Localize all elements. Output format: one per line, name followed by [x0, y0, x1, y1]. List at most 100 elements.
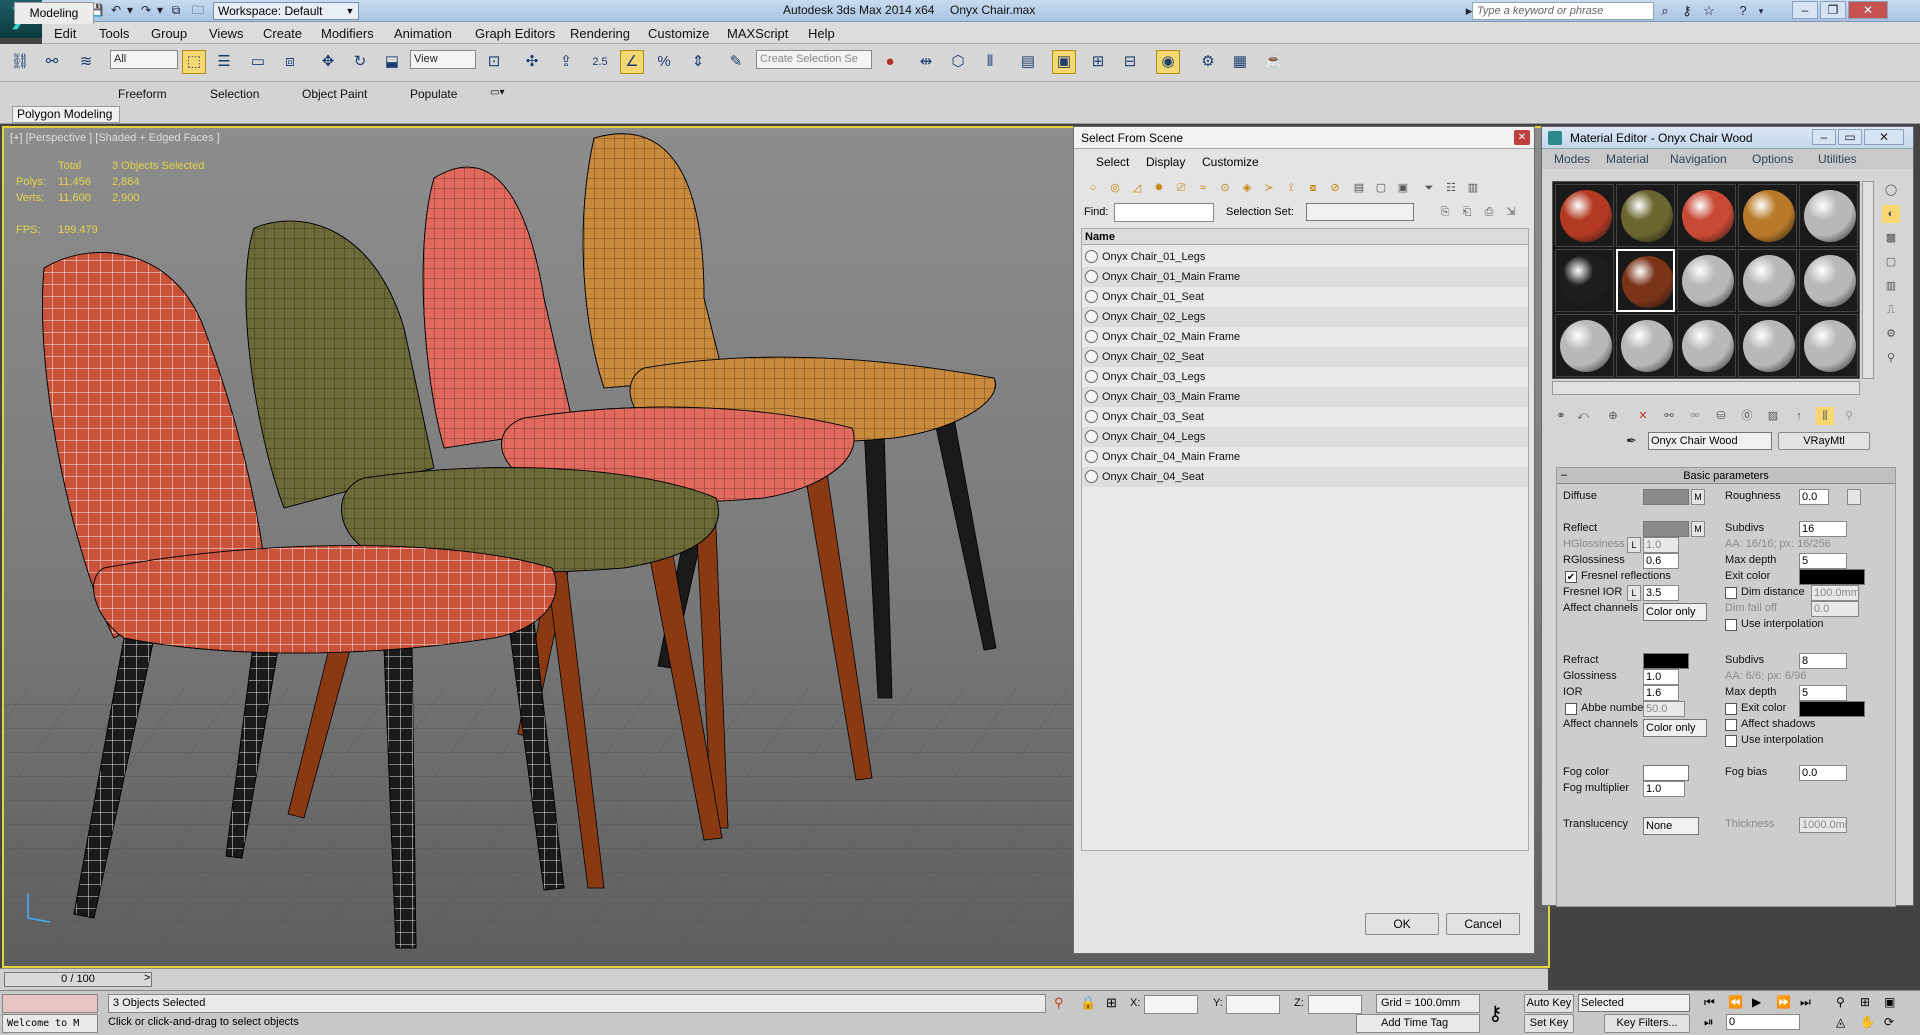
menu-customize[interactable]: Customize	[648, 26, 709, 41]
search-input[interactable]: Type a keyword or phrase	[1472, 2, 1654, 20]
current-frame-field[interactable]: 0	[1726, 1014, 1800, 1030]
percent-snap-icon[interactable]: %	[652, 50, 676, 74]
sample-type-icon[interactable]: ◯	[1882, 181, 1900, 199]
fog-color-swatch[interactable]	[1643, 765, 1689, 781]
create-set-icon[interactable]: ⎘	[1436, 203, 1454, 221]
refract-interpolation-checkbox[interactable]	[1725, 735, 1737, 747]
zoom-icon[interactable]: ⚲	[1836, 995, 1845, 1009]
window-crossing-icon[interactable]: ⧈	[278, 50, 302, 74]
ior-spinner[interactable]: 1.6	[1643, 685, 1679, 701]
project-folder-icon[interactable]: 🗀	[190, 3, 206, 18]
spinner-snap-icon[interactable]: ⇕	[686, 50, 710, 74]
isolate-icon[interactable]: ●	[878, 50, 902, 74]
angle-snap-icon[interactable]: ∠	[620, 50, 644, 74]
slots-scrollbar[interactable]	[1862, 181, 1874, 379]
abbe-spinner[interactable]: 50.0	[1643, 701, 1685, 717]
fog-bias-spinner[interactable]: 0.0	[1799, 765, 1847, 781]
material-sample-slot[interactable]	[1677, 314, 1736, 377]
fog-multiplier-spinner[interactable]: 1.0	[1643, 781, 1685, 797]
key-filters-button[interactable]: Key Filters...	[1604, 1014, 1690, 1033]
list-item[interactable]: Onyx Chair_01_Main Frame	[1082, 267, 1528, 287]
tab-modeling[interactable]: Modeling	[14, 2, 94, 24]
show-end-result-icon[interactable]: ↑	[1790, 407, 1808, 425]
list-item[interactable]: Onyx Chair_01_Legs	[1082, 247, 1528, 267]
material-sample-slot[interactable]	[1616, 249, 1675, 312]
material-sample-slot[interactable]	[1616, 314, 1675, 377]
affect-shadows-checkbox[interactable]	[1725, 719, 1737, 731]
go-to-parent-icon[interactable]: ⫼	[1816, 407, 1834, 425]
material-id-icon[interactable]: ⓪	[1738, 407, 1756, 425]
material-sample-slot[interactable]	[1555, 184, 1614, 247]
use-interpolation-checkbox[interactable]	[1725, 619, 1737, 631]
list-options-icon[interactable]: ▥	[1464, 179, 1482, 197]
layer-manager-icon[interactable]: ▤	[1016, 50, 1040, 74]
rglossiness-spinner[interactable]: 0.6	[1643, 553, 1679, 569]
play-icon[interactable]: ▶	[1752, 995, 1761, 1009]
help-dropdown-icon[interactable]: ▾	[1752, 3, 1770, 19]
fresnel-ior-spinner[interactable]: 3.5	[1643, 585, 1679, 601]
put-to-scene-icon[interactable]: ⤺	[1574, 407, 1592, 425]
tab-selection[interactable]: Selection	[210, 87, 259, 101]
display-bones-icon[interactable]: ⟟	[1282, 179, 1300, 197]
keyboard-shortcut-icon[interactable]: ⇪	[554, 50, 578, 74]
menu-views[interactable]: Views	[209, 26, 243, 41]
menu-create[interactable]: Create	[263, 26, 302, 41]
get-material-icon[interactable]: ⚭	[1552, 407, 1570, 425]
select-invert-icon[interactable]: ▣	[1394, 179, 1412, 197]
select-by-name-icon[interactable]: ☰	[212, 50, 236, 74]
maximize-button[interactable]: ▭	[1838, 129, 1862, 145]
diffuse-map-button[interactable]: M	[1691, 489, 1705, 505]
list-item[interactable]: Onyx Chair_03_Main Frame	[1082, 387, 1528, 407]
make-preview-icon[interactable]: ⎍	[1882, 301, 1900, 319]
edit-named-selection-icon[interactable]: ✎	[724, 50, 748, 74]
list-item[interactable]: Onyx Chair_04_Seat	[1082, 467, 1528, 487]
mirror-icon[interactable]: ⇹	[914, 50, 938, 74]
next-frame-icon[interactable]: >	[144, 972, 150, 984]
selection-lock-icon[interactable]: 🔒	[1080, 995, 1096, 1011]
menu-edit[interactable]: Edit	[54, 26, 76, 41]
select-object-icon[interactable]: ⬚	[182, 50, 206, 74]
menu-select[interactable]: Select	[1096, 155, 1129, 169]
rendered-frame-window-icon[interactable]: ▦	[1228, 50, 1252, 74]
polygon-modeling-panel[interactable]: Polygon Modeling	[12, 106, 120, 123]
material-sample-slot[interactable]	[1677, 249, 1736, 312]
undo-dropdown-icon[interactable]: ▾	[122, 3, 138, 18]
set-key-button[interactable]: Set Key	[1524, 1014, 1574, 1033]
scale-icon[interactable]: ⬓	[380, 50, 404, 74]
translucency-dropdown[interactable]: None	[1643, 817, 1699, 835]
thickness-spinner[interactable]: 1000.0mi	[1799, 817, 1847, 833]
material-sample-slot[interactable]	[1738, 184, 1797, 247]
dim-distance-spinner[interactable]: 100.0mm	[1811, 585, 1860, 601]
menu-rendering[interactable]: Rendering	[570, 26, 630, 41]
maximize-button[interactable]: ❐	[1820, 1, 1846, 19]
display-shapes-icon[interactable]: ◿	[1128, 179, 1146, 197]
close-icon[interactable]: ✕	[1514, 130, 1530, 145]
material-sample-slot[interactable]	[1738, 314, 1797, 377]
close-button[interactable]: ✕	[1848, 1, 1888, 19]
hold-icon[interactable]: ⧉	[168, 3, 184, 18]
dim-falloff-spinner[interactable]: 0.0	[1811, 601, 1859, 617]
display-spacewarps-icon[interactable]: ⊙	[1216, 179, 1234, 197]
select-none-icon[interactable]: ▢	[1372, 179, 1390, 197]
ribbon-options-icon[interactable]: ▭▾	[490, 87, 504, 98]
z-coordinate-field[interactable]	[1308, 995, 1362, 1014]
menu-group[interactable]: Group	[151, 26, 187, 41]
bind-spacewarp-icon[interactable]: ≋	[74, 50, 98, 74]
go-to-start-icon[interactable]: ⏮	[1704, 995, 1715, 1010]
list-item[interactable]: Onyx Chair_04_Main Frame	[1082, 447, 1528, 467]
dim-distance-checkbox[interactable]	[1725, 587, 1737, 599]
set-key-mode-icon[interactable]: ⚷	[1488, 1001, 1503, 1026]
chevron-down-icon[interactable]: ▼	[343, 3, 357, 19]
put-to-library-icon[interactable]: ⛁	[1712, 407, 1730, 425]
diffuse-color-swatch[interactable]	[1643, 489, 1689, 505]
roughness-map-button[interactable]	[1847, 489, 1861, 505]
tab-freeform[interactable]: Freeform	[118, 87, 167, 101]
move-icon[interactable]: ✥	[316, 50, 340, 74]
fresnel-checkbox[interactable]: ✔	[1565, 571, 1577, 583]
time-slider[interactable]: 0 / 100	[4, 972, 152, 987]
help-icon[interactable]: ?	[1734, 3, 1752, 19]
display-xrefs-icon[interactable]: ≻	[1260, 179, 1278, 197]
link-icon[interactable]: ⛓	[8, 50, 32, 74]
absolute-mode-icon[interactable]: ⊞	[1106, 995, 1117, 1011]
object-list[interactable]: Name Onyx Chair_01_Legs Onyx Chair_01_Ma…	[1081, 228, 1529, 851]
